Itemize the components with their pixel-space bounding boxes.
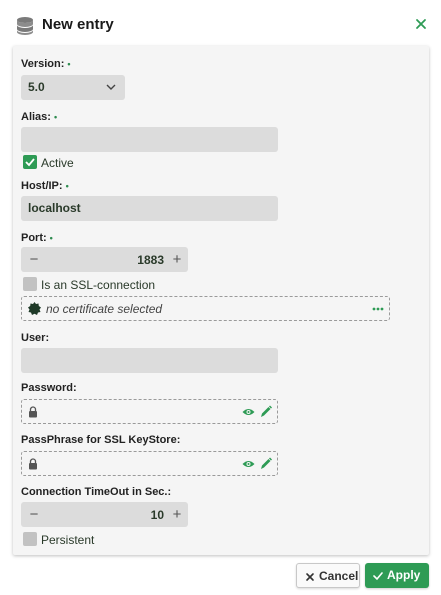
timeout-value[interactable]: 10 [151,508,164,522]
close-icon[interactable] [414,17,428,31]
port-increment-button[interactable]: + [166,247,188,272]
required-mark: • [53,112,58,122]
certificate-seal-icon [28,302,41,315]
checkmark-icon [25,158,35,167]
persistent-checkbox[interactable] [23,532,37,546]
user-label: User: [21,332,50,344]
close-icon [306,573,314,581]
timeout-decrement-button[interactable]: − [23,502,45,527]
version-label: Version: • [21,58,71,70]
version-select[interactable]: 5.0 [21,75,125,100]
apply-button[interactable]: Apply [365,563,429,588]
version-value: 5.0 [28,80,45,94]
lock-icon [29,458,37,470]
chevron-down-icon [106,84,116,90]
host-label: Host/IP: • [21,180,69,192]
port-stepper: − 1883 + [21,247,188,272]
ssl-label: Is an SSL-connection [41,278,156,292]
dialog-title: New entry [42,16,114,33]
ssl-checkbox[interactable] [23,277,37,291]
passphrase-label: PassPhrase for SSL KeyStore: [21,434,181,446]
alias-input[interactable] [21,127,278,152]
certificate-placeholder: no certificate selected [46,302,163,316]
lock-icon [29,406,37,418]
required-mark: • [67,59,71,69]
pencil-icon[interactable] [260,405,272,418]
host-input[interactable]: localhost [21,196,278,221]
password-field[interactable] [21,399,278,424]
passphrase-field[interactable] [21,451,278,476]
persistent-label: Persistent [41,533,95,547]
active-label: Active [41,156,74,170]
pencil-icon[interactable] [260,457,272,470]
eye-icon[interactable] [242,407,255,417]
certificate-picker[interactable]: no certificate selected [21,296,390,321]
port-value[interactable]: 1883 [137,253,164,267]
alias-label: Alias: • [21,111,58,123]
password-label: Password: [21,382,77,394]
checkmark-icon [373,572,383,581]
timeout-increment-button[interactable]: + [166,502,188,527]
timeout-stepper: − 10 + [21,502,188,527]
port-label: Port: • [21,232,53,244]
more-options-icon[interactable] [372,307,384,311]
user-input[interactable] [21,348,278,373]
active-checkbox[interactable] [23,155,37,169]
eye-icon[interactable] [242,459,255,469]
port-decrement-button[interactable]: − [23,247,45,272]
cancel-button[interactable]: Cancel [296,563,360,588]
database-icon [17,17,33,35]
cancel-button-label: Cancel [319,569,359,583]
apply-button-label: Apply [387,568,421,582]
dialog-header: New entry [0,0,441,46]
required-mark: • [49,233,53,243]
required-mark: • [65,181,69,191]
timeout-label: Connection TimeOut in Sec.: [21,486,172,498]
